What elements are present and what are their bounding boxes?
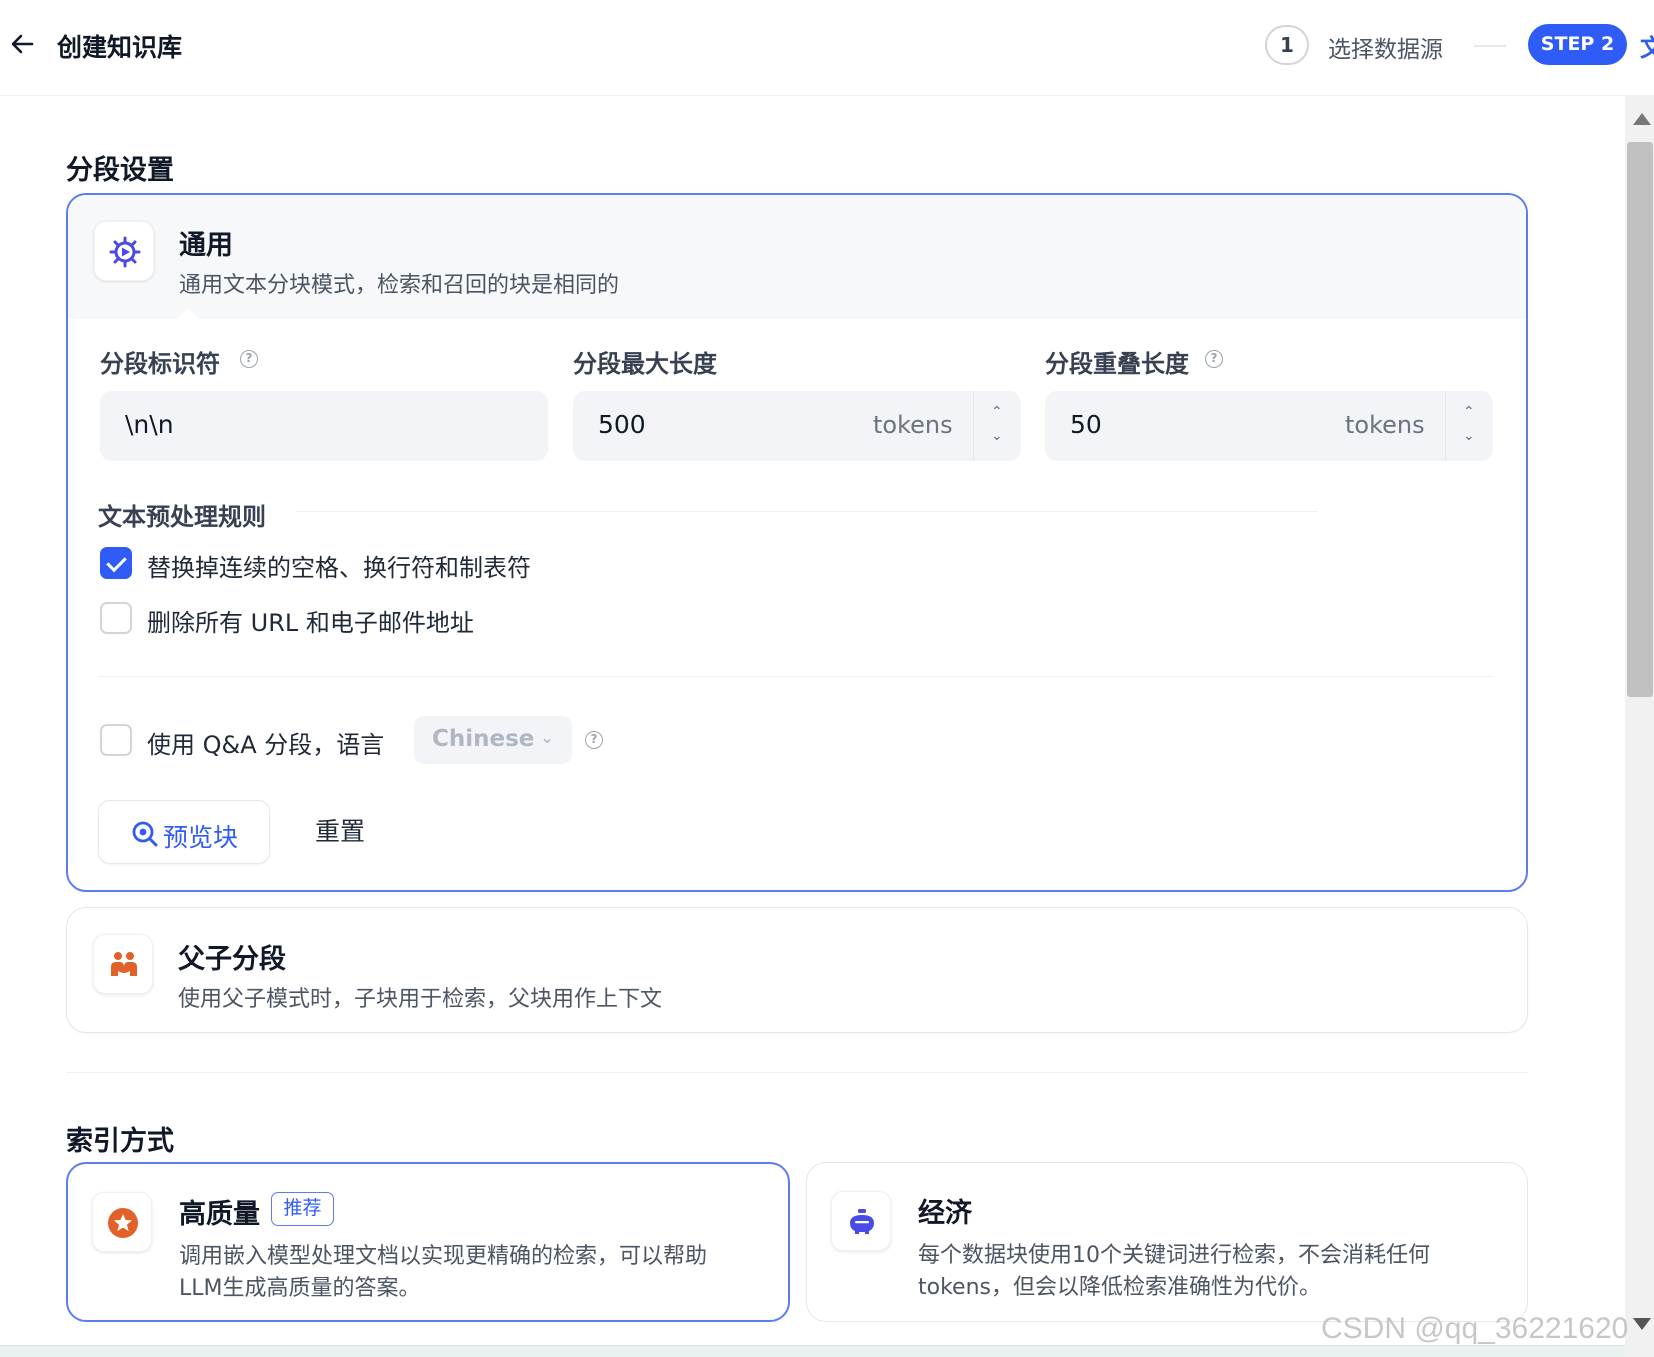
identifier-help-icon[interactable]: ?: [240, 350, 258, 368]
preprocess-rules-title: 文本预处理规则: [98, 503, 266, 531]
step-2-label-clipped: 文: [1640, 34, 1654, 62]
watermark: CSDN @qq_36221620: [1321, 1312, 1629, 1345]
max-length-input[interactable]: 500 tokens ⌃ ⌄: [573, 391, 1021, 461]
index-method-title: 索引方式: [66, 1126, 174, 1157]
high-quality-icon-box: [92, 1192, 152, 1252]
gear-icon: [109, 236, 141, 268]
qa-help-icon[interactable]: ?: [585, 731, 603, 749]
overlap-help-icon[interactable]: ?: [1205, 350, 1223, 368]
piggy-bank-icon: [850, 1209, 874, 1234]
identifier-value: \n\n: [125, 410, 174, 439]
step-1-label: 选择数据源: [1328, 37, 1443, 63]
segment-settings-title: 分段设置: [66, 155, 174, 186]
qa-segment-checkbox[interactable]: [100, 724, 132, 756]
top-bar: 创建知识库 1 选择数据源 STEP 2 文: [0, 0, 1654, 96]
scroll-down-arrow-icon[interactable]: [1633, 1318, 1651, 1330]
scroll-up-arrow-icon[interactable]: [1633, 113, 1651, 125]
general-mode-card[interactable]: 通用 通用文本分块模式，检索和召回的块是相同的 分段标识符 ? \n\n 分段最…: [66, 193, 1528, 892]
remove-urls-label: 删除所有 URL 和电子邮件地址: [147, 609, 474, 637]
step-2-badge: STEP 2: [1528, 24, 1627, 65]
decrement-chevron-down-icon[interactable]: ⌄: [1463, 429, 1475, 443]
parent-child-icon-box: [93, 934, 153, 994]
max-length-label: 分段最大长度: [573, 350, 717, 378]
qa-divider: [98, 676, 1493, 677]
overlap-unit: tokens: [1345, 411, 1425, 439]
reset-button[interactable]: 重置: [296, 800, 384, 864]
high-quality-description-line1: 调用嵌入模型处理文档以实现更精确的检索，可以帮助: [179, 1244, 708, 1269]
recommended-badge: 推荐: [271, 1192, 334, 1226]
qa-segment-label: 使用 Q&A 分段，语言: [147, 731, 385, 759]
economy-icon-box: [831, 1191, 891, 1251]
general-mode-description: 通用文本分块模式，检索和召回的块是相同的: [179, 273, 620, 298]
high-quality-card[interactable]: 高质量 调用嵌入模型处理文档以实现更精确的检索，可以帮助 LLM生成高质量的答案…: [66, 1162, 790, 1322]
economy-description-line2: tokens，但会以降低检索准确性为代价。: [918, 1275, 1321, 1300]
general-icon-box: [94, 221, 154, 281]
back-arrow-icon[interactable]: [6, 28, 38, 60]
identifier-label: 分段标识符: [100, 350, 220, 378]
economy-title: 经济: [918, 1198, 972, 1229]
replace-whitespace-checkbox[interactable]: [100, 547, 132, 579]
parent-child-title: 父子分段: [178, 944, 286, 975]
star-badge-icon: [108, 1208, 138, 1238]
preview-chunks-label: 预览块: [163, 823, 239, 852]
replace-whitespace-label: 替换掉连续的空格、换行符和制表符: [147, 554, 531, 582]
bottom-edge-bar: [0, 1345, 1625, 1357]
section-separator: [66, 1072, 1528, 1073]
overlap-value: 50: [1070, 410, 1102, 439]
step-divider: [1474, 45, 1506, 47]
general-mode-header: [68, 195, 1526, 319]
scrollbar-thumb[interactable]: [1627, 142, 1653, 697]
increment-chevron-up-icon[interactable]: ⌃: [1463, 405, 1475, 419]
parent-child-mode-card[interactable]: 父子分段 使用父子模式时，子块用于检索，父块用作上下文: [66, 907, 1528, 1033]
search-preview-icon: [132, 821, 158, 847]
max-length-unit: tokens: [873, 411, 953, 439]
language-select[interactable]: Chinese ⌄: [414, 716, 572, 764]
overlap-stepper[interactable]: ⌃ ⌄: [1445, 391, 1493, 461]
chevron-down-icon: ⌄: [540, 728, 555, 748]
economy-card[interactable]: 经济 每个数据块使用10个关键词进行检索，不会消耗任何 tokens，但会以降低…: [806, 1162, 1528, 1322]
preview-chunks-button[interactable]: 预览块: [98, 800, 270, 864]
parent-child-description: 使用父子模式时，子块用于检索，父块用作上下文: [178, 987, 663, 1012]
max-length-stepper[interactable]: ⌃ ⌄: [973, 391, 1021, 461]
high-quality-title: 高质量: [179, 1199, 260, 1230]
identifier-input[interactable]: \n\n: [100, 391, 548, 461]
decrement-chevron-down-icon[interactable]: ⌄: [991, 429, 1003, 443]
max-length-value: 500: [598, 410, 646, 439]
step-1-number: 1: [1265, 25, 1309, 65]
page-title: 创建知识库: [57, 33, 183, 62]
general-mode-title: 通用: [179, 230, 233, 261]
remove-urls-checkbox[interactable]: [100, 602, 132, 634]
high-quality-description-line2: LLM生成高质量的答案。: [179, 1276, 421, 1301]
parent-child-people-icon: [111, 952, 137, 976]
language-value: Chinese: [432, 726, 535, 752]
overlap-label: 分段重叠长度: [1045, 350, 1189, 378]
economy-description-line1: 每个数据块使用10个关键词进行检索，不会消耗任何: [918, 1243, 1430, 1268]
rules-divider: [296, 511, 1318, 512]
overlap-input[interactable]: 50 tokens ⌃ ⌄: [1045, 391, 1493, 461]
increment-chevron-up-icon[interactable]: ⌃: [991, 405, 1003, 419]
